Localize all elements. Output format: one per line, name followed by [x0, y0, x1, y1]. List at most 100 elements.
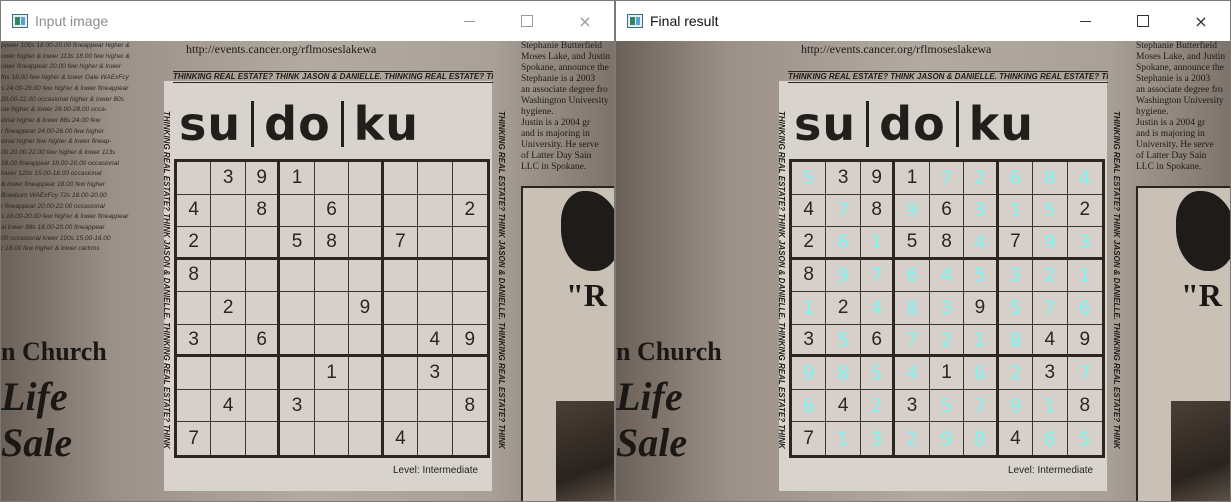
sudoku-cell [280, 259, 315, 293]
sudoku-cell: 3 [211, 162, 246, 195]
sudoku-cell: 5 [792, 162, 827, 195]
sudoku-cell: 9 [930, 422, 965, 455]
sudoku-cell: 1 [826, 422, 861, 455]
newspaper-line: Moses Lake, and Justin [1136, 52, 1226, 62]
sudoku-cell: 8 [452, 390, 487, 423]
close-button[interactable]: × [1172, 1, 1230, 41]
window-title: Final result [650, 13, 719, 29]
sudoku-cell [314, 259, 350, 293]
newspaper-line: Stephanie is a 2003 [1136, 74, 1211, 84]
sudoku-cell [383, 259, 419, 293]
sudoku-cell [245, 227, 281, 260]
newspaper-line: ower higher & lower 113s 18.00 few highe… [1, 52, 130, 60]
sudoku-cell: 2 [211, 292, 246, 325]
sudoku-cell: 8 [792, 259, 827, 293]
newspaper-line: Washington University [1136, 96, 1224, 106]
logo-part-su: su [794, 97, 857, 151]
minimize-button[interactable] [440, 1, 498, 41]
sudoku-cell [452, 227, 487, 260]
maximize-button[interactable] [1114, 1, 1172, 41]
sudoku-cell: 1 [1033, 389, 1068, 423]
sudoku-cell: 8 [895, 292, 930, 325]
sudoku-cell: 6 [860, 324, 896, 358]
logo-part-su: su [179, 97, 242, 151]
sudoku-cell: 3 [1067, 227, 1102, 260]
sudoku-cell: 5 [280, 227, 315, 260]
level-label: Level: Intermediate [393, 465, 479, 476]
newspaper-line: fns 18.00 few higher & lower Gale WAExFc… [1, 74, 129, 82]
newspaper-line: Stephanie is a 2003 [521, 74, 596, 84]
newspaper-line: of Latter Day Sain [521, 151, 592, 161]
title-bar[interactable]: Final result × [616, 1, 1230, 41]
sudoku-cell: 6 [245, 324, 281, 358]
newspaper-right-column: Stephanie Butterfield Moses Lake, and Jus… [521, 41, 614, 171]
sudoku-cell: 4 [418, 324, 453, 358]
sudoku-cell [280, 194, 315, 228]
sudoku-cell [418, 259, 453, 293]
sudoku-cell [383, 162, 419, 195]
sudoku-cell: 4 [826, 389, 861, 423]
sudoku-cell: 7 [964, 389, 999, 423]
sudoku-cell [383, 292, 419, 325]
minimize-icon [463, 20, 475, 22]
sudoku-cell: 8 [964, 422, 999, 455]
sudoku-cell [211, 259, 246, 293]
newspaper-banner: THINKING REAL ESTATE? THINK JASON & DANI… [788, 71, 1108, 83]
sudoku-cell: 2 [792, 227, 827, 260]
church-heading: n Church [616, 337, 722, 366]
newspaper-line: Spokane, announce the [521, 63, 609, 73]
sudoku-cell: 6 [792, 389, 827, 423]
sudoku-cell: 7 [929, 162, 965, 195]
close-button[interactable]: × [556, 1, 614, 41]
sudoku-cell: 2 [1033, 259, 1068, 293]
newspaper-right-column: Stephanie Butterfield Moses Lake, and Jus… [1136, 41, 1230, 171]
sudoku-cell [177, 357, 212, 390]
sudoku-cell [418, 162, 453, 195]
sudoku-cell: 1 [792, 292, 827, 325]
newspaper-line: an associate degree fro [1136, 85, 1223, 95]
newspaper-line: power 100s 18.00-20.00 fineappear higher… [1, 42, 130, 49]
final-result-window: Final result × http://events.cancer.org/… [615, 0, 1231, 502]
sudoku-cell: 4 [860, 292, 896, 325]
sudoku-cell [177, 389, 212, 423]
sudoku-cell: 8 [929, 227, 965, 260]
sudoku-cell: 4 [792, 194, 827, 228]
vertical-banner-left: THINKING REAL ESTATE? THINK JASON & DANI… [162, 111, 171, 449]
sudoku-cell: 4 [999, 422, 1034, 455]
sudoku-cell: 2 [177, 227, 212, 260]
church-heading: n Church [1, 337, 107, 366]
title-bar[interactable]: Input image × [1, 1, 614, 41]
sudoku-cell: 2 [860, 389, 896, 423]
newspaper-line: Braeburn WAExFcy 72s 18.00-20.00 [1, 191, 107, 199]
newspaper-line: hygiene. [1136, 107, 1169, 117]
sudoku-cell: 7 [177, 422, 212, 455]
sudoku-cell [280, 422, 315, 455]
app-icon [12, 14, 28, 28]
minimize-icon [1079, 20, 1091, 22]
sudoku-cell: 8 [998, 324, 1034, 358]
newspaper-line: University. He serve [1136, 140, 1214, 150]
newspaper-line: r fineappear 20.00-22.00 occasional [1, 202, 105, 210]
sudoku-cell: 4 [929, 259, 965, 293]
sudoku-cell [383, 324, 419, 358]
minimize-button[interactable] [1056, 1, 1114, 41]
sudoku-cell: 8 [314, 227, 350, 260]
logo-part-do: do [879, 97, 946, 151]
newspaper-line: & lower fineappear 18.00 few higher [1, 181, 106, 189]
sudoku-cell: 1 [964, 324, 999, 358]
sale-heading: Sale [1, 420, 73, 465]
sudoku-cell [211, 422, 246, 455]
sudoku-cell: 2 [929, 324, 965, 358]
sudoku-cell: 5 [964, 259, 999, 293]
sudoku-cell: 3 [792, 324, 827, 358]
life-heading: Life [616, 374, 683, 419]
newspaper-left-column: power 100s 18.00-20.00 fineappear higher… [1, 41, 166, 311]
sudoku-cell: 9 [964, 292, 999, 325]
sudoku-cell: 5 [1078, 427, 1091, 450]
maximize-button[interactable] [498, 1, 556, 41]
sudoku-cell [418, 227, 453, 260]
sudoku-cell: 4 [1033, 324, 1068, 358]
ad-photo [1171, 401, 1230, 501]
sudoku-cell: 4 [211, 389, 246, 423]
sudoku-cell [280, 324, 315, 358]
